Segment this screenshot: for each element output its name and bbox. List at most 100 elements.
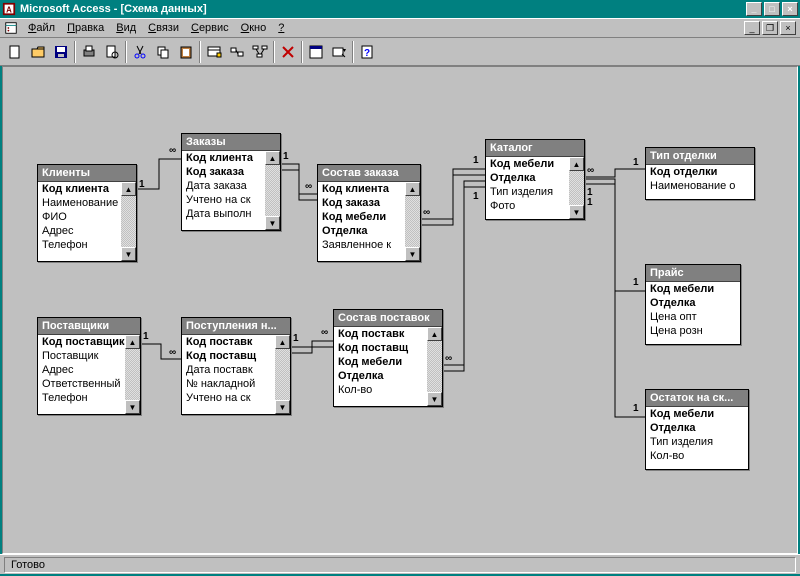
table-title[interactable]: Клиенты	[38, 165, 136, 182]
table-ordcomp[interactable]: Состав заказаКод клиентаКод заказаКод ме…	[317, 164, 421, 262]
scroll-down-button[interactable]: ▼	[265, 216, 280, 230]
table-orders[interactable]: ЗаказыКод клиентаКод заказаДата заказаУч…	[181, 133, 281, 231]
table-finish[interactable]: Тип отделкиКод отделкиНаименование о	[645, 147, 755, 200]
table-title[interactable]: Состав поставок	[334, 310, 442, 327]
table-receipts[interactable]: Поступления н...Код поставкКод поставщДа…	[181, 317, 291, 415]
mdi-restore-button[interactable]: ❐	[762, 21, 778, 35]
table-field[interactable]: Код поставк	[182, 335, 275, 349]
show-table-button[interactable]	[203, 41, 225, 63]
scroll-up-button[interactable]: ▲	[265, 151, 280, 165]
table-field[interactable]: № накладной	[182, 377, 275, 391]
menu-вид[interactable]: Вид	[110, 20, 142, 36]
scrollbar[interactable]: ▲▼	[569, 157, 584, 219]
scrollbar[interactable]: ▲▼	[427, 327, 442, 406]
table-field[interactable]: Код поставщика	[38, 335, 125, 349]
table-field[interactable]: Телефон	[38, 238, 121, 252]
table-field[interactable]: Код поставк	[334, 327, 427, 341]
scrollbar[interactable]: ▲▼	[405, 182, 420, 261]
table-field[interactable]: Отделка	[646, 296, 740, 310]
table-field[interactable]: ФИО	[38, 210, 121, 224]
scroll-track[interactable]	[427, 341, 442, 392]
table-title[interactable]: Состав заказа	[318, 165, 420, 182]
open-button[interactable]	[27, 41, 49, 63]
table-field[interactable]: Код клиента	[182, 151, 265, 165]
show-all-rel-button[interactable]	[249, 41, 271, 63]
table-title[interactable]: Остаток на ск...	[646, 390, 748, 407]
close-button[interactable]: ×	[782, 2, 798, 16]
table-field[interactable]: Код заказа	[318, 196, 405, 210]
table-title[interactable]: Поступления н...	[182, 318, 290, 335]
menu-правка[interactable]: Правка	[61, 20, 110, 36]
scrollbar[interactable]: ▲▼	[121, 182, 136, 261]
table-field[interactable]: Кол-во	[334, 383, 427, 397]
show-direct-rel-button[interactable]	[226, 41, 248, 63]
scroll-down-button[interactable]: ▼	[125, 400, 140, 414]
table-field[interactable]: Тип изделия	[646, 435, 748, 449]
new-button[interactable]	[4, 41, 26, 63]
table-field[interactable]: Адрес	[38, 363, 125, 377]
table-field[interactable]: Дата заказа	[182, 179, 265, 193]
table-remain[interactable]: Остаток на ск...Код мебелиОтделкаТип изд…	[645, 389, 749, 470]
scroll-up-button[interactable]: ▲	[275, 335, 290, 349]
scrollbar[interactable]: ▲▼	[275, 335, 290, 414]
save-button[interactable]	[50, 41, 72, 63]
scroll-down-button[interactable]: ▼	[121, 247, 136, 261]
scroll-track[interactable]	[121, 196, 136, 247]
mdi-close-button[interactable]: ×	[780, 21, 796, 35]
scrollbar[interactable]: ▲▼	[265, 151, 280, 230]
menu-файл[interactable]: Файл	[22, 20, 61, 36]
table-field[interactable]: Код мебели	[318, 210, 405, 224]
menu-связи[interactable]: Связи	[142, 20, 185, 36]
table-field[interactable]: Наименование	[38, 196, 121, 210]
table-field[interactable]: Код мебели	[646, 407, 748, 421]
scroll-track[interactable]	[405, 196, 420, 247]
table-title[interactable]: Тип отделки	[646, 148, 754, 165]
table-field[interactable]: Кол-во	[646, 449, 748, 463]
scroll-up-button[interactable]: ▲	[569, 157, 584, 171]
table-field[interactable]: Учтено на ск	[182, 391, 275, 405]
menu-сервис[interactable]: Сервис	[185, 20, 235, 36]
db-window-button[interactable]	[305, 41, 327, 63]
maximize-button[interactable]: □	[764, 2, 780, 16]
scroll-track[interactable]	[569, 171, 584, 205]
scroll-down-button[interactable]: ▼	[275, 400, 290, 414]
table-field[interactable]: Заявленное к	[318, 238, 405, 252]
table-field[interactable]: Адрес	[38, 224, 121, 238]
table-title[interactable]: Заказы	[182, 134, 280, 151]
print-preview-button[interactable]	[101, 41, 123, 63]
scroll-down-button[interactable]: ▼	[427, 392, 442, 406]
table-field[interactable]: Код клиента	[318, 182, 405, 196]
table-field[interactable]: Код мебели	[486, 157, 569, 171]
relationships-canvas[interactable]: КлиентыКод клиентаНаименованиеФИОАдресТе…	[5, 69, 795, 551]
menu-?[interactable]: ?	[272, 20, 290, 36]
scroll-up-button[interactable]: ▲	[125, 335, 140, 349]
scrollbar[interactable]: ▲▼	[125, 335, 140, 414]
table-field[interactable]: Цена опт	[646, 310, 740, 324]
table-field[interactable]: Учтено на ск	[182, 193, 265, 207]
table-field[interactable]: Поставщик	[38, 349, 125, 363]
table-field[interactable]: Код мебели	[334, 355, 427, 369]
table-title[interactable]: Поставщики	[38, 318, 140, 335]
table-field[interactable]: Код поставщ	[334, 341, 427, 355]
table-field[interactable]: Дата выполн	[182, 207, 265, 221]
scroll-down-button[interactable]: ▼	[569, 205, 584, 219]
new-object-button[interactable]	[328, 41, 350, 63]
table-field[interactable]: Код клиента	[38, 182, 121, 196]
scroll-down-button[interactable]: ▼	[405, 247, 420, 261]
table-clients[interactable]: КлиентыКод клиентаНаименованиеФИОАдресТе…	[37, 164, 137, 262]
table-field[interactable]: Ответственный	[38, 377, 125, 391]
scroll-up-button[interactable]: ▲	[405, 182, 420, 196]
table-suppliers[interactable]: ПоставщикиКод поставщикаПоставщикАдресОт…	[37, 317, 141, 415]
table-field[interactable]: Отделка	[334, 369, 427, 383]
print-button[interactable]	[78, 41, 100, 63]
minimize-button[interactable]: _	[746, 2, 762, 16]
scroll-track[interactable]	[265, 165, 280, 216]
table-field[interactable]: Отделка	[486, 171, 569, 185]
table-field[interactable]: Наименование о	[646, 179, 754, 193]
table-field[interactable]: Дата поставк	[182, 363, 275, 377]
paste-button[interactable]	[175, 41, 197, 63]
table-reccomp[interactable]: Состав поставокКод поставкКод поставщКод…	[333, 309, 443, 407]
table-field[interactable]: Отделка	[318, 224, 405, 238]
table-title[interactable]: Прайс	[646, 265, 740, 282]
table-field[interactable]: Тип изделия	[486, 185, 569, 199]
